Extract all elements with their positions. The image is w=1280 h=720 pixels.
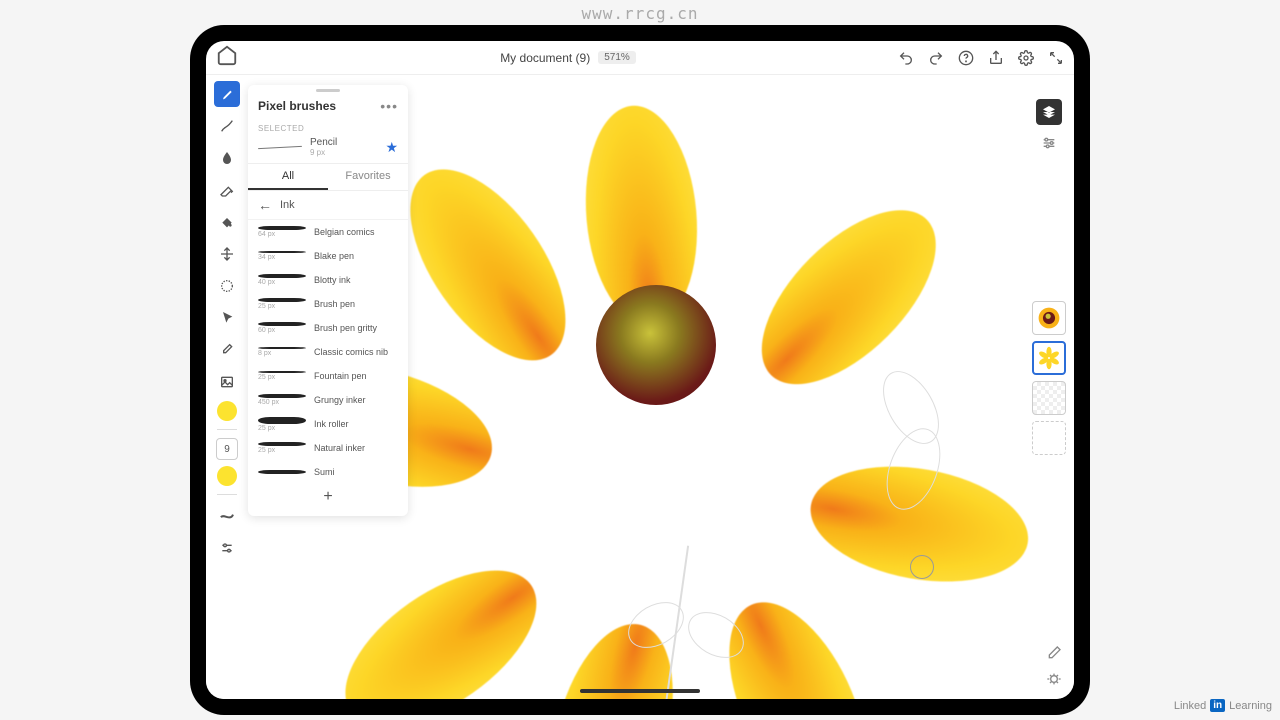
left-toolbar: 9 xyxy=(212,81,242,561)
panel-title: Pixel brushes xyxy=(258,99,336,113)
top-bar: My document (9) 571% xyxy=(206,41,1074,75)
help-icon[interactable] xyxy=(958,50,974,66)
layer-thumb-center[interactable] xyxy=(1032,301,1066,335)
brush-tabs: All Favorites xyxy=(248,163,408,191)
selected-brush-size: 9 px xyxy=(310,148,377,157)
top-actions xyxy=(898,50,1064,66)
undo-icon[interactable] xyxy=(898,50,914,66)
share-icon[interactable] xyxy=(988,50,1004,66)
linkedin-learning-badge: LinkedinLearning xyxy=(1174,699,1272,712)
right-panel: ••• xyxy=(1032,99,1066,455)
back-arrow-icon[interactable]: ← xyxy=(258,197,272,213)
layers-button[interactable] xyxy=(1036,99,1062,125)
flower-artwork xyxy=(396,85,896,605)
image-tool[interactable] xyxy=(214,369,240,395)
favorite-star-icon[interactable]: ★ xyxy=(385,139,398,156)
fullscreen-icon[interactable] xyxy=(1048,50,1064,66)
zoom-badge[interactable]: 571% xyxy=(598,51,636,64)
redo-icon[interactable] xyxy=(928,50,944,66)
tab-favorites[interactable]: Favorites xyxy=(328,164,408,190)
brush-item[interactable]: 25 pxFountain pen xyxy=(248,364,408,388)
brush-item[interactable]: 40 pxBlotty ink xyxy=(248,268,408,292)
layer-thumb-empty[interactable] xyxy=(1032,381,1066,415)
brush-list[interactable]: 64 pxBelgian comics 34 pxBlake pen 40 px… xyxy=(248,220,408,484)
layer-properties-button[interactable] xyxy=(1037,131,1061,155)
layers-icon xyxy=(1041,104,1057,120)
home-icon xyxy=(216,44,238,66)
document-title[interactable]: My document (9) xyxy=(500,51,590,65)
pixel-brush-tool[interactable] xyxy=(214,81,240,107)
brush-item[interactable]: 64 pxBelgian comics xyxy=(248,220,408,244)
edit-icon[interactable] xyxy=(1046,645,1062,661)
brush-category-name: Ink xyxy=(280,199,295,211)
layer-thumb-petals[interactable] xyxy=(1032,341,1066,375)
brush-item[interactable]: 8 pxClassic comics nib xyxy=(248,340,408,364)
fill-tool[interactable] xyxy=(214,209,240,235)
home-button[interactable] xyxy=(216,44,238,71)
brush-item[interactable]: 25 pxNatural inker xyxy=(248,436,408,460)
add-brush-button[interactable]: + xyxy=(248,484,408,510)
eyedropper-tool[interactable] xyxy=(214,337,240,363)
brush-item[interactable]: 25 pxInk roller xyxy=(248,412,408,436)
foreground-color[interactable] xyxy=(217,401,237,421)
brush-item[interactable]: Sumi xyxy=(248,460,408,484)
panel-drag-handle[interactable] xyxy=(316,89,340,92)
tab-all[interactable]: All xyxy=(248,164,328,190)
shape-tool[interactable] xyxy=(214,305,240,331)
document-title-area: My document (9) 571% xyxy=(238,51,898,65)
selected-brush-name: Pencil xyxy=(310,137,377,148)
selected-brush-preview xyxy=(258,141,302,153)
brush-item[interactable]: 34 pxBlake pen xyxy=(248,244,408,268)
selected-label: SELECTED xyxy=(258,124,398,133)
brush-item[interactable]: 25 pxBrush pen xyxy=(248,292,408,316)
panel-menu-button[interactable]: ••• xyxy=(380,98,398,114)
app-screen: My document (9) 571% xyxy=(206,41,1074,699)
smudge-tool[interactable] xyxy=(214,145,240,171)
tablet-frame: My document (9) 571% xyxy=(190,25,1090,715)
settings-icon[interactable] xyxy=(1018,50,1034,66)
layer-thumbnails: ••• xyxy=(1032,301,1066,455)
vector-brush-tool[interactable] xyxy=(214,113,240,139)
bug-icon[interactable] xyxy=(1046,671,1062,687)
layer-thumb-background[interactable] xyxy=(1032,421,1066,455)
brush-cursor xyxy=(910,555,934,579)
brush-item[interactable]: 60 pxBrush pen gritty xyxy=(248,316,408,340)
bottom-right-tools xyxy=(1046,645,1062,687)
eraser-tool[interactable] xyxy=(214,177,240,203)
sliders-icon xyxy=(1041,135,1057,151)
selection-tool[interactable] xyxy=(214,273,240,299)
stem-sketch xyxy=(636,545,756,699)
brush-settings-tool[interactable] xyxy=(214,535,240,561)
brush-item[interactable]: 450 pxGrungy inker xyxy=(248,388,408,412)
brush-category-row[interactable]: ← Ink xyxy=(248,191,408,220)
stroke-preview[interactable] xyxy=(214,503,240,529)
home-indicator[interactable] xyxy=(580,689,700,693)
secondary-color[interactable] xyxy=(217,466,237,486)
brush-size-indicator[interactable]: 9 xyxy=(216,438,238,460)
watermark-url: www.rrcg.cn xyxy=(582,4,699,23)
brush-panel: Pixel brushes ••• SELECTED Pencil 9 px ★… xyxy=(248,85,408,516)
transform-tool[interactable] xyxy=(214,241,240,267)
